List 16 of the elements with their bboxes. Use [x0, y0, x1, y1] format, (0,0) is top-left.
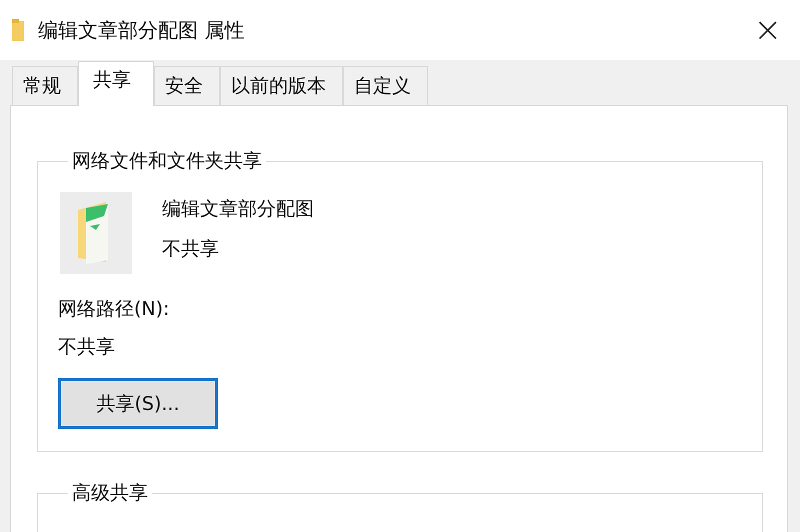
- folder-icon: [12, 19, 24, 41]
- group-title: 网络文件和文件夹共享: [71, 149, 263, 174]
- tab[interactable]: 共享: [78, 61, 154, 106]
- tab[interactable]: 安全: [154, 66, 220, 105]
- share-button[interactable]: 共享(S)...: [58, 378, 218, 429]
- window-title: 编辑文章部分配图 属性: [38, 16, 246, 44]
- tab[interactable]: 自定义: [343, 66, 428, 105]
- network-path-label: 网络路径(N):: [58, 297, 170, 322]
- network-path-value: 不共享: [58, 335, 116, 360]
- folder-name: 编辑文章部分配图: [162, 197, 314, 222]
- close-button[interactable]: ×: [748, 13, 788, 47]
- tab[interactable]: 常规: [12, 66, 78, 105]
- folder-icon: [60, 192, 132, 274]
- share-status: 不共享: [162, 237, 220, 262]
- group-title: 高级共享: [71, 481, 149, 506]
- tab[interactable]: 以前的版本: [220, 66, 343, 105]
